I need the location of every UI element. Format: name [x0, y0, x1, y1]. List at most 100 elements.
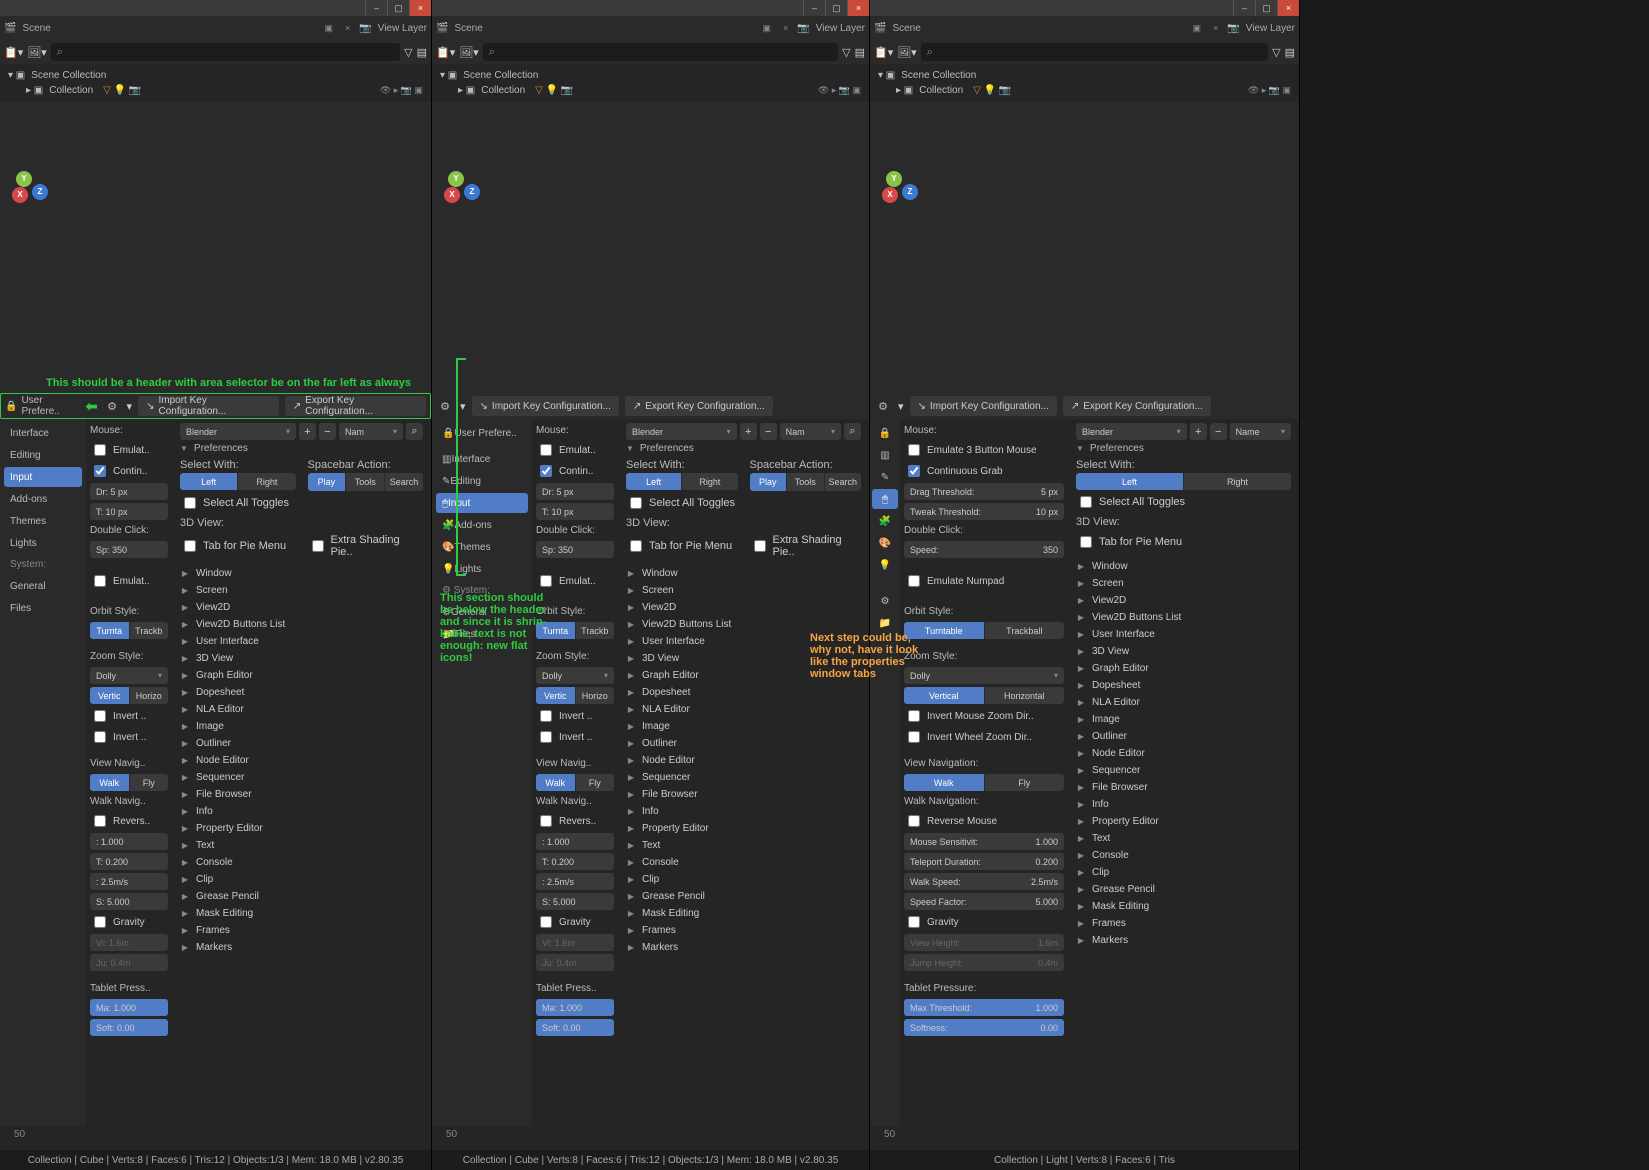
tab-themes[interactable]: 🎨 — [872, 533, 898, 553]
navig-mode-seg[interactable]: WalkFly — [90, 774, 168, 791]
cat-info[interactable]: ▶Info — [626, 803, 861, 819]
scene-collection-row[interactable]: ▾ ▣Scene Collection — [440, 68, 861, 83]
cat-outliner[interactable]: ▶Outliner — [180, 735, 423, 751]
cat-gpencil[interactable]: ▶Grease Pencil — [1076, 881, 1291, 897]
orbit-style-seg[interactable]: TurntableTrackball — [904, 622, 1064, 639]
cat-view2d[interactable]: ▶View2D — [1076, 592, 1291, 608]
collection-toggles[interactable]: 👁 ▸ 📷 ▣ — [380, 85, 423, 96]
cat-sequencer[interactable]: ▶Sequencer — [180, 769, 423, 785]
collection-row[interactable]: ▸ ▣Collection▽ 💡 📷👁 ▸ 📷 ▣ — [440, 83, 861, 98]
cat-nla[interactable]: ▶NLA Editor — [180, 701, 423, 717]
drag-threshold-field[interactable]: Drag Threshold:5 px — [904, 483, 1064, 500]
extra-shading-check[interactable]: Extra Shading Pie.. — [750, 534, 862, 558]
import-keyconfig-button[interactable]: ↘Import Key Configuration... — [472, 396, 619, 416]
cat-text[interactable]: ▶Text — [1076, 830, 1291, 846]
dblclick-speed-field[interactable]: Speed:350 — [904, 541, 1064, 558]
cat-gpencil[interactable]: ▶Grease Pencil — [180, 888, 423, 904]
scene-x-icon[interactable]: × — [342, 23, 353, 33]
viewheight-field[interactable]: View Height:1.6m — [904, 934, 1064, 951]
cat-info[interactable]: ▶Info — [1076, 796, 1291, 812]
emulate-numpad-check[interactable]: Emulat.. — [536, 572, 614, 590]
tab-user-prefs[interactable]: 🔒 User Prefere.. — [436, 423, 528, 443]
viewheight-field[interactable]: Vi: 1.6m — [536, 934, 614, 951]
filter-drop[interactable]: Nam▾ — [780, 423, 841, 440]
frame-num[interactable]: 50 — [14, 1129, 25, 1140]
reverse-mouse-check[interactable]: Revers.. — [536, 812, 614, 830]
cat-filebrowser[interactable]: ▶File Browser — [1076, 779, 1291, 795]
select-all-toggles-check[interactable]: Select All Toggles — [1076, 493, 1291, 511]
cat-view2d-buttons[interactable]: ▶View2D Buttons List — [626, 616, 861, 632]
gear-icon[interactable]: ⚙ — [874, 397, 892, 415]
scene-label[interactable]: Scene — [892, 23, 920, 34]
cat-clip[interactable]: ▶Clip — [1076, 864, 1291, 880]
minimize-button[interactable]: – — [1233, 0, 1255, 16]
jumpheight-field[interactable]: Ju: 0.4m — [536, 954, 614, 971]
cat-sequencer[interactable]: ▶Sequencer — [1076, 762, 1291, 778]
cat-frames[interactable]: ▶Frames — [626, 922, 861, 938]
invert-mouse-check[interactable]: Invert .. — [536, 707, 614, 725]
cat-node[interactable]: ▶Node Editor — [1076, 745, 1291, 761]
preset-add-button[interactable]: + — [740, 423, 757, 440]
cat-nla[interactable]: ▶NLA Editor — [1076, 694, 1291, 710]
import-keyconfig-button[interactable]: ↘Import Key Configuration... — [138, 396, 279, 416]
tab-files[interactable]: 📁 — [872, 613, 898, 633]
tab-files[interactable]: Files — [4, 598, 82, 618]
navig-mode-seg[interactable]: WalkFly — [536, 774, 614, 791]
cat-console[interactable]: ▶Console — [180, 854, 423, 870]
continuous-grab-check[interactable]: Contin.. — [90, 462, 168, 480]
cat-ui[interactable]: ▶User Interface — [180, 633, 423, 649]
cat-screen[interactable]: ▶Screen — [1076, 575, 1291, 591]
filter-icon[interactable]: ▽ — [404, 46, 412, 59]
maximize-button[interactable]: ▢ — [1255, 0, 1277, 16]
walkspeed-field[interactable]: Walk Speed:2.5m/s — [904, 873, 1064, 890]
cat-dopesheet[interactable]: ▶Dopesheet — [180, 684, 423, 700]
max-thresh-field[interactable]: Ma: 1.000 — [536, 999, 614, 1016]
viewlayer-label[interactable]: View Layer — [1246, 23, 1295, 34]
invert-wheel-check[interactable]: Invert .. — [90, 728, 168, 746]
export-keyconfig-button[interactable]: ↗Export Key Configuration... — [1063, 396, 1211, 416]
invert-mouse-check[interactable]: Invert .. — [90, 707, 168, 725]
jumpheight-field[interactable]: Ju: 0.4m — [90, 954, 168, 971]
filter-icon[interactable]: ▽ — [1272, 46, 1280, 59]
scene-x-icon[interactable]: × — [780, 23, 791, 33]
scene-label[interactable]: Scene — [22, 23, 50, 34]
scene-close-icon[interactable]: ▣ — [1189, 23, 1204, 34]
cat-console[interactable]: ▶Console — [1076, 847, 1291, 863]
speedfactor-field[interactable]: S: 5.000 — [536, 893, 614, 910]
mouse-sens-field[interactable]: : 1.000 — [90, 833, 168, 850]
cat-gpencil[interactable]: ▶Grease Pencil — [626, 888, 861, 904]
collection-toggles[interactable]: 👁 ▸ 📷 ▣ — [1248, 85, 1291, 96]
cat-clip[interactable]: ▶Clip — [626, 871, 861, 887]
tweak-threshold-field[interactable]: Tweak Threshold:10 px — [904, 503, 1064, 520]
mouse-sens-field[interactable]: Mouse Sensitivit:1.000 — [904, 833, 1064, 850]
cat-image[interactable]: ▶Image — [626, 718, 861, 734]
cat-property[interactable]: ▶Property Editor — [1076, 813, 1291, 829]
cat-nla[interactable]: ▶NLA Editor — [626, 701, 861, 717]
selectwith-seg[interactable]: LeftRight — [626, 473, 738, 490]
minimize-button[interactable]: – — [803, 0, 825, 16]
filter-toggle-icon[interactable]: ▤ — [855, 46, 865, 59]
preset-add-button[interactable]: + — [299, 423, 316, 440]
viewheight-field[interactable]: Vi: 1.6m — [90, 934, 168, 951]
tab-addons[interactable]: Add-ons — [4, 489, 82, 509]
cat-text[interactable]: ▶Text — [180, 837, 423, 853]
outliner-search[interactable]: ⌕ — [921, 43, 1268, 61]
gear-icon[interactable]: ⚙ — [103, 397, 120, 415]
zoom-axis-seg[interactable]: VerticHorizo — [90, 687, 168, 704]
prefs-section[interactable]: ▼Preferences — [626, 443, 861, 454]
cat-image[interactable]: ▶Image — [180, 718, 423, 734]
gizmo-y[interactable]: Y — [448, 171, 464, 187]
filter-drop[interactable]: Nam▾ — [339, 423, 403, 440]
gizmo-x[interactable]: X — [882, 187, 898, 203]
scene-x-icon[interactable]: × — [1210, 23, 1221, 33]
cat-markers[interactable]: ▶Markers — [180, 939, 423, 955]
cat-node[interactable]: ▶Node Editor — [626, 752, 861, 768]
nav-gizmo[interactable]: X Y Z — [876, 166, 916, 206]
cat-frames[interactable]: ▶Frames — [180, 922, 423, 938]
tab-interface[interactable]: Interface — [4, 423, 82, 443]
preset-drop[interactable]: Blender▾ — [180, 423, 296, 440]
cat-screen[interactable]: ▶Screen — [626, 582, 861, 598]
cat-view2d[interactable]: ▶View2D — [626, 599, 861, 615]
emulate-numpad-check[interactable]: Emulate Numpad — [904, 572, 1064, 590]
nav-gizmo[interactable]: X Y Z — [438, 166, 478, 206]
